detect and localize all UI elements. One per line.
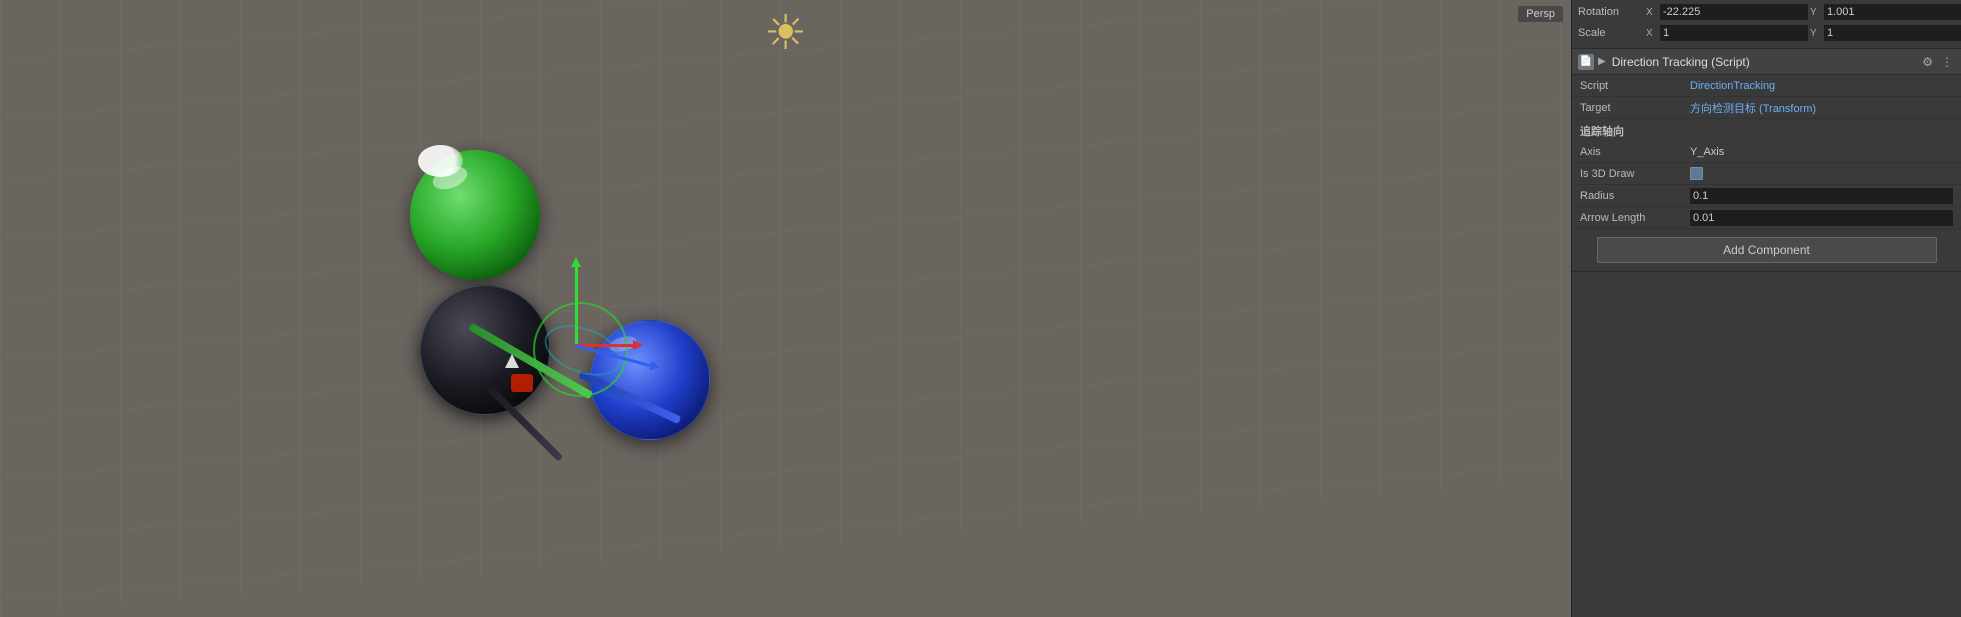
scale-y-input[interactable] xyxy=(1824,25,1961,41)
is3d-label: Is 3D Draw xyxy=(1580,168,1690,180)
dark-sphere xyxy=(420,285,550,415)
target-label: Target xyxy=(1580,102,1690,114)
scale-xyz: X Y Z xyxy=(1646,25,1961,41)
sx-label: X xyxy=(1646,28,1658,39)
cursor-indicator xyxy=(505,354,519,368)
axis-value: Y_Axis xyxy=(1690,146,1953,158)
component-more-button[interactable]: ⋮ xyxy=(1939,55,1955,69)
is3d-row: Is 3D Draw xyxy=(1572,163,1961,185)
axis-section-label: 追踪轴向 xyxy=(1572,119,1961,141)
radius-row: Radius xyxy=(1572,185,1961,207)
arrow-length-input[interactable] xyxy=(1690,210,1953,226)
script-label: Script xyxy=(1580,80,1690,92)
arrow-length-row: Arrow Length xyxy=(1572,207,1961,229)
script-value[interactable]: DirectionTracking xyxy=(1690,80,1953,92)
radius-input[interactable] xyxy=(1690,188,1953,204)
inspector-panel: Rotation X Y Z Scale X xyxy=(1571,0,1961,617)
rotation-y-field: Y xyxy=(1810,4,1961,20)
component-settings-button[interactable]: ⚙ xyxy=(1920,55,1935,69)
is3d-checkbox[interactable] xyxy=(1690,167,1703,180)
transform-section: Rotation X Y Z Scale X xyxy=(1572,0,1961,49)
rotation-xyz: X Y Z xyxy=(1646,4,1961,20)
script-file-icon: 📄 xyxy=(1578,54,1594,70)
scale-x-input[interactable] xyxy=(1660,25,1808,41)
scale-label: Scale xyxy=(1578,27,1646,39)
x-label: X xyxy=(1646,7,1658,18)
script-row: Script DirectionTracking xyxy=(1572,75,1961,97)
rotation-row: Rotation X Y Z xyxy=(1578,2,1955,22)
component-actions: ⚙ ⋮ xyxy=(1920,55,1955,69)
rotation-label: Rotation xyxy=(1578,6,1646,18)
component-header: 📄 ▶ Direction Tracking (Script) ⚙ ⋮ xyxy=(1572,49,1961,75)
direction-tracking-component: 📄 ▶ Direction Tracking (Script) ⚙ ⋮ Scri… xyxy=(1572,49,1961,272)
radius-label: Radius xyxy=(1580,190,1690,202)
arrow-length-label: Arrow Length xyxy=(1580,212,1690,224)
white-highlight xyxy=(418,145,463,177)
scale-y-field: Y xyxy=(1810,25,1961,41)
axis-label: Axis xyxy=(1580,146,1690,158)
gizmo-y-arrow xyxy=(575,265,578,345)
axis-row: Axis Y_Axis xyxy=(1572,141,1961,163)
sy-label: Y xyxy=(1810,28,1822,39)
grid-overlay xyxy=(0,0,1571,617)
rotation-x-field: X xyxy=(1646,4,1808,20)
add-component-button[interactable]: Add Component xyxy=(1597,237,1937,263)
target-row: Target 方向检测目标 (Transform) xyxy=(1572,97,1961,119)
y-label: Y xyxy=(1810,7,1822,18)
scale-x-field: X xyxy=(1646,25,1808,41)
persp-button[interactable]: Persp xyxy=(1518,6,1563,22)
rotation-y-input[interactable] xyxy=(1824,4,1961,20)
scene-viewport[interactable]: ☀ Persp xyxy=(0,0,1571,617)
sun-icon: ☀ xyxy=(764,10,807,58)
scale-row: Scale X Y Z xyxy=(1578,23,1955,43)
expand-toggle[interactable]: ▶ xyxy=(1598,56,1606,67)
rotation-x-input[interactable] xyxy=(1660,4,1808,20)
component-title: Direction Tracking (Script) xyxy=(1612,55,1917,69)
target-value[interactable]: 方向检测目标 (Transform) xyxy=(1690,100,1953,116)
